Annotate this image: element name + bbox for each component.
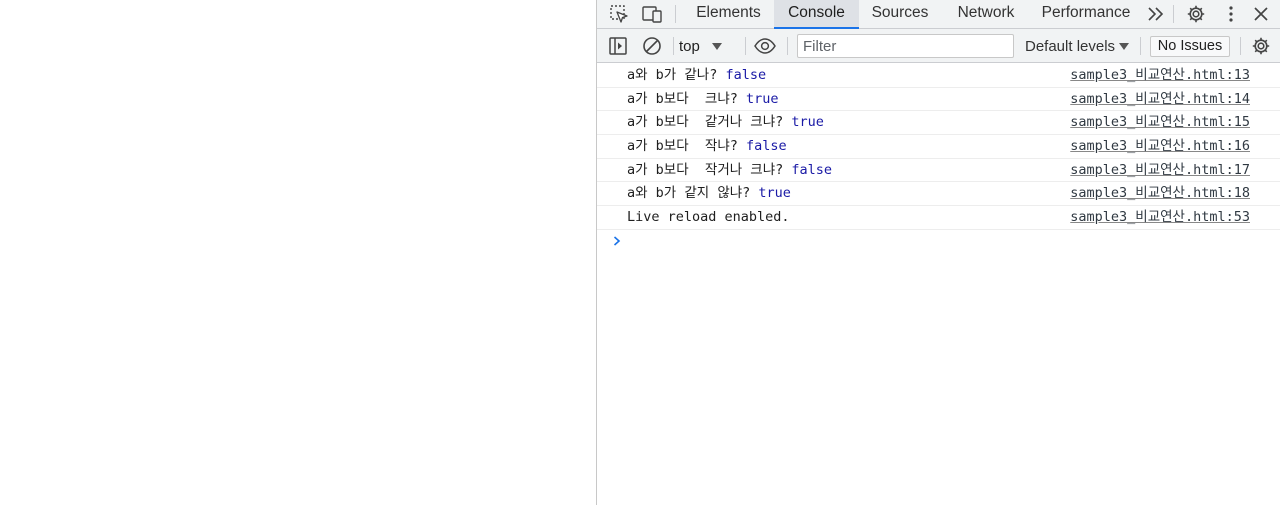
dropdown-caret-icon bbox=[1119, 42, 1130, 50]
message-source-link[interactable]: sample3_비교연산.html:53 bbox=[1070, 206, 1250, 229]
close-icon[interactable] bbox=[1247, 0, 1275, 28]
console-toolbar: top Default levels No Issues bbox=[597, 29, 1280, 63]
message-source-link[interactable]: sample3_비교연산.html:13 bbox=[1070, 64, 1250, 87]
device-toolbar-icon[interactable] bbox=[638, 0, 666, 28]
inspected-page-viewport bbox=[0, 0, 596, 505]
message-text: a가 b보다 작거나 크냐? false bbox=[627, 161, 833, 178]
more-options-kebab-icon[interactable] bbox=[1217, 0, 1245, 28]
tab-performance[interactable]: Performance bbox=[1033, 0, 1139, 29]
message-text: a가 b보다 작냐? false bbox=[627, 138, 787, 155]
console-message: a와 b가 같지 않냐? true sample3_비교연산.html:18 bbox=[597, 182, 1280, 207]
devtools-panel: Elements Console Sources Network Perform… bbox=[596, 0, 1280, 505]
toolbar-divider bbox=[1140, 37, 1141, 55]
toolbar-divider bbox=[675, 5, 676, 23]
console-message: a가 b보다 크냐? true sample3_비교연산.html:14 bbox=[597, 88, 1280, 112]
message-value: true bbox=[746, 90, 779, 107]
toolbar-divider bbox=[673, 37, 674, 55]
message-source-link[interactable]: sample3_비교연산.html:15 bbox=[1070, 111, 1250, 134]
message-value: true bbox=[758, 185, 791, 202]
more-tabs-chevron-icon[interactable] bbox=[1142, 0, 1170, 28]
console-prompt[interactable] bbox=[597, 229, 1280, 254]
message-text: a가 b보다 같거나 크냐? true bbox=[627, 114, 824, 131]
tab-elements[interactable]: Elements bbox=[684, 0, 773, 29]
console-messages: a와 b가 같나? false sample3_비교연산.html:13 a가 … bbox=[597, 64, 1280, 254]
message-text: a가 b보다 크냐? true bbox=[627, 90, 779, 107]
message-value: false bbox=[725, 67, 767, 83]
tab-network[interactable]: Network bbox=[945, 0, 1027, 29]
console-settings-gear-icon[interactable] bbox=[1247, 33, 1275, 59]
clear-console-icon[interactable] bbox=[638, 33, 666, 59]
console-message: a가 b보다 작냐? false sample3_비교연산.html:16 bbox=[597, 135, 1280, 159]
live-expression-eye-icon[interactable] bbox=[751, 33, 779, 59]
message-text: a와 b가 같지 않냐? true bbox=[627, 185, 791, 202]
message-value: false bbox=[791, 161, 833, 178]
console-message: a가 b보다 작거나 크냐? false sample3_비교연산.html:1… bbox=[597, 159, 1280, 183]
dropdown-caret-icon bbox=[711, 42, 722, 50]
message-text: Live reload enabled. bbox=[627, 209, 790, 226]
message-value: false bbox=[746, 138, 787, 155]
console-input[interactable] bbox=[627, 229, 1267, 254]
toolbar-divider bbox=[787, 37, 788, 55]
filter-input[interactable] bbox=[797, 34, 1014, 58]
tab-sources[interactable]: Sources bbox=[859, 0, 941, 29]
message-value: true bbox=[791, 114, 824, 131]
inspect-element-icon[interactable] bbox=[605, 0, 633, 28]
toolbar-divider bbox=[1240, 37, 1241, 55]
settings-gear-icon[interactable] bbox=[1182, 0, 1210, 28]
console-message: a와 b가 같나? false sample3_비교연산.html:13 bbox=[597, 64, 1280, 88]
console-message: a가 b보다 같거나 크냐? true sample3_비교연산.html:15 bbox=[597, 111, 1280, 136]
context-label: top bbox=[679, 37, 700, 55]
log-levels-dropdown[interactable]: Default levels bbox=[1025, 33, 1130, 59]
message-source-link[interactable]: sample3_비교연산.html:18 bbox=[1070, 182, 1250, 205]
prompt-chevron-icon bbox=[610, 234, 624, 248]
message-source-link[interactable]: sample3_비교연산.html:14 bbox=[1070, 88, 1250, 111]
console-message: Live reload enabled. sample3_비교연산.html:5… bbox=[597, 206, 1280, 230]
devtools-tabbar: Elements Console Sources Network Perform… bbox=[597, 0, 1280, 29]
context-selector[interactable]: top bbox=[679, 33, 739, 59]
tab-console[interactable]: Console bbox=[774, 0, 859, 29]
issues-counter-button[interactable]: No Issues bbox=[1150, 36, 1230, 57]
message-source-link[interactable]: sample3_비교연산.html:16 bbox=[1070, 135, 1250, 158]
message-text: a와 b가 같나? false bbox=[627, 67, 767, 83]
message-source-link[interactable]: sample3_비교연산.html:17 bbox=[1070, 159, 1250, 182]
log-levels-label: Default levels bbox=[1025, 37, 1116, 55]
show-sidebar-icon[interactable] bbox=[604, 33, 632, 59]
toolbar-divider bbox=[1173, 5, 1174, 23]
toolbar-divider bbox=[745, 37, 746, 55]
